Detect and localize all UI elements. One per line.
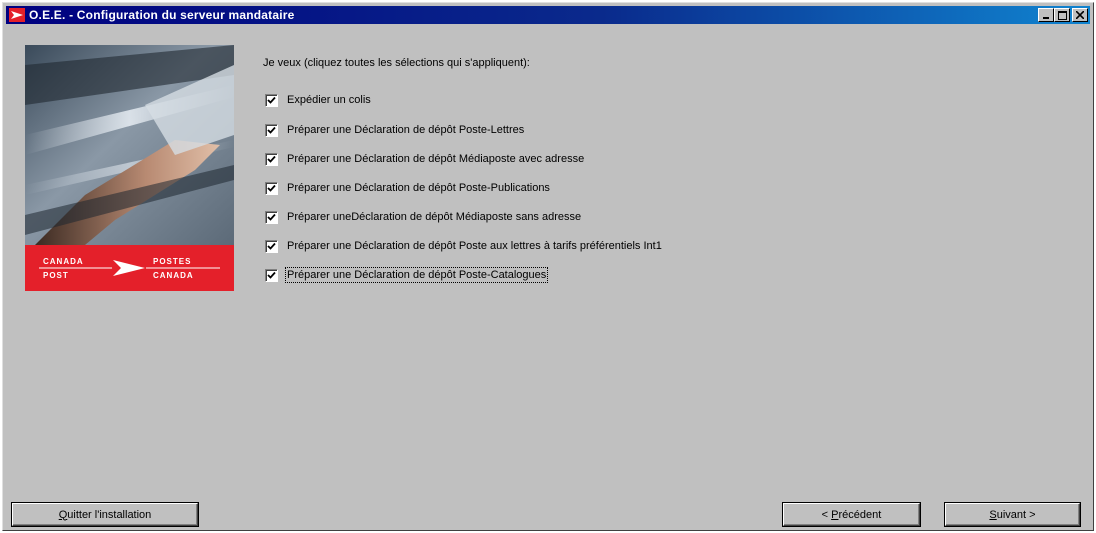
option-label: Préparer uneDéclaration de dépôt Médiapo… <box>287 211 582 223</box>
checkmark-icon <box>267 126 276 134</box>
minimize-icon <box>1043 17 1049 19</box>
installer-window: O.E.E. - Configuration du serveur mandat… <box>2 2 1094 531</box>
option-checkbox[interactable] <box>265 239 278 253</box>
logo-text-canada-bottom: CANADA <box>153 271 194 280</box>
option-checkbox[interactable] <box>265 93 278 107</box>
option-row[interactable]: Préparer uneDéclaration de dépôt Médiapo… <box>265 209 581 225</box>
window-controls <box>1038 8 1088 22</box>
minimize-button[interactable] <box>1038 8 1054 22</box>
option-checkbox[interactable] <box>265 268 278 282</box>
maximize-button[interactable] <box>1054 8 1070 22</box>
close-button[interactable] <box>1072 8 1088 22</box>
option-checkbox[interactable] <box>265 152 278 166</box>
option-label: Préparer une Déclaration de dépôt Médiap… <box>287 153 585 165</box>
quit-installation-label: Quitter l'installation <box>58 508 152 521</box>
option-row[interactable]: Préparer une Déclaration de dépôt Médiap… <box>265 151 584 167</box>
canada-post-app-icon <box>9 8 25 22</box>
maximize-icon <box>1057 10 1067 20</box>
option-label: Préparer une Déclaration de dépôt Poste-… <box>284 267 549 283</box>
next-button[interactable]: Suivant > <box>945 503 1080 526</box>
title-bar[interactable]: O.E.E. - Configuration du serveur mandat… <box>6 6 1090 24</box>
option-label: Préparer une Déclaration de dépôt Poste-… <box>287 182 550 194</box>
window-title: O.E.E. - Configuration du serveur mandat… <box>29 8 295 22</box>
checkmark-icon <box>267 96 276 104</box>
checkmark-icon <box>267 213 276 221</box>
option-row[interactable]: Préparer une Déclaration de dépôt Poste-… <box>265 180 550 196</box>
quit-installation-button[interactable]: Quitter l'installation <box>12 503 198 526</box>
checkmark-icon <box>267 155 276 163</box>
logo-text-postes: POSTES <box>153 257 191 266</box>
next-label: Suivant > <box>989 508 1036 521</box>
canada-post-banner: CANADA POSTES POST CANADA <box>25 45 234 291</box>
checkmark-icon <box>267 184 276 192</box>
hand-with-letter-image: CANADA POSTES POST CANADA <box>25 45 234 291</box>
checkmark-icon <box>267 242 276 250</box>
option-checkbox[interactable] <box>265 210 278 224</box>
option-row[interactable]: Préparer une Déclaration de dépôt Poste-… <box>265 267 549 283</box>
checkmark-icon <box>267 271 276 279</box>
option-row[interactable]: Préparer une Déclaration de dépôt Poste … <box>265 238 662 254</box>
option-row[interactable]: Préparer une Déclaration de dépôt Poste-… <box>265 122 524 138</box>
option-checkbox[interactable] <box>265 181 278 195</box>
selection-prompt: Je veux (cliquez toutes les sélections q… <box>263 57 530 69</box>
option-checkbox[interactable] <box>265 123 278 137</box>
option-label: Préparer une Déclaration de dépôt Poste-… <box>287 124 525 136</box>
option-row[interactable]: Expédier un colis <box>265 92 371 108</box>
option-label: Expédier un colis <box>287 94 371 106</box>
option-label: Préparer une Déclaration de dépôt Poste … <box>287 240 662 252</box>
close-icon <box>1076 11 1084 19</box>
previous-button[interactable]: < Précédent <box>783 503 920 526</box>
logo-text-post: POST <box>43 271 69 280</box>
previous-label: < Précédent <box>821 508 882 521</box>
logo-text-canada-top: CANADA <box>43 257 84 266</box>
